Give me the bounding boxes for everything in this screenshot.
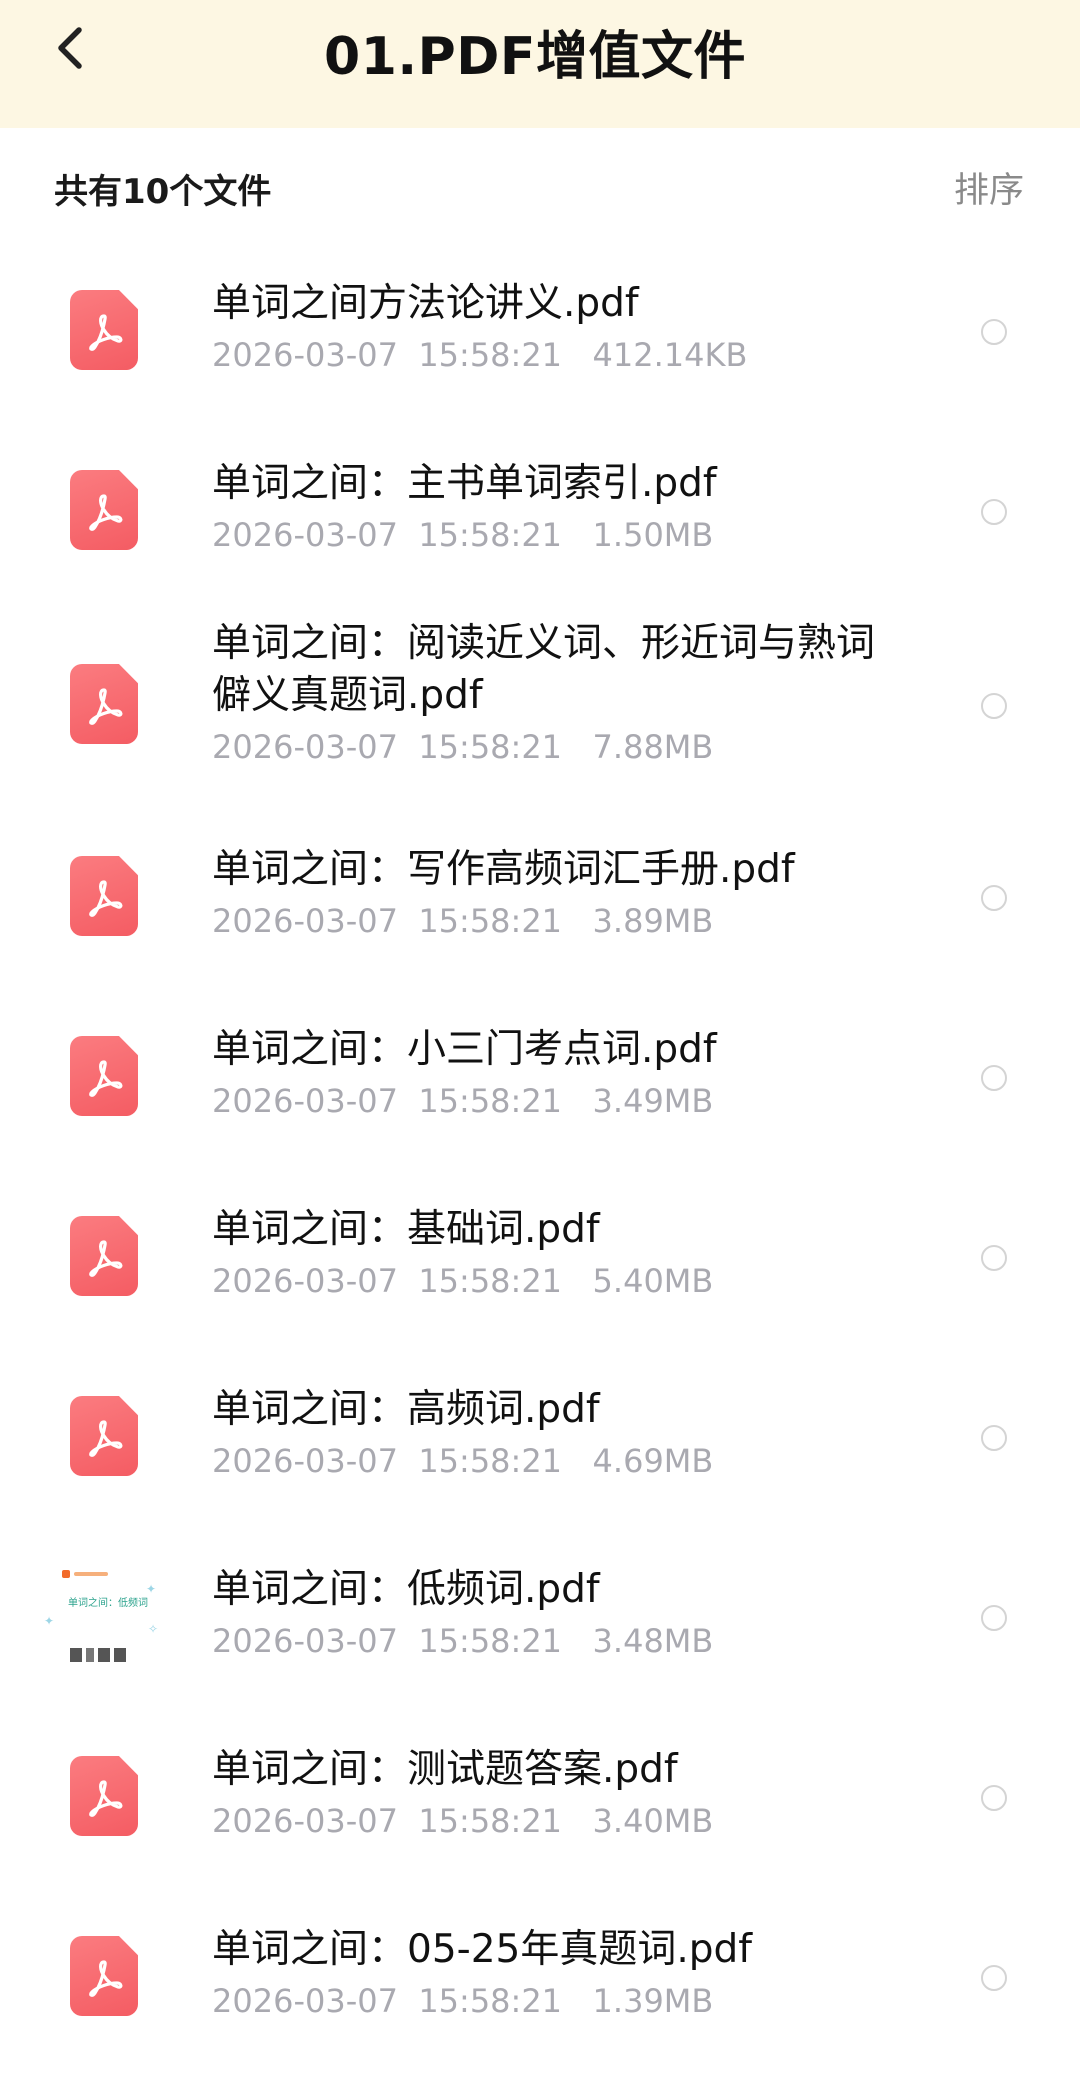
pdf-icon [70,290,138,370]
select-radio[interactable] [981,693,1007,719]
file-time: 15:58:21 [418,516,563,554]
file-row[interactable]: 单词之间：05-25年真题词.pdf 2026-03-07 15:58:21 1.… [0,1892,1080,2072]
file-row[interactable]: 单词之间：主书单词索引.pdf 2026-03-07 15:58:21 1.50M… [0,426,1080,606]
file-date: 2026-03-07 [212,1622,398,1660]
file-size: 3.48MB [592,1622,714,1660]
top-bar: 01.PDF增值文件 [0,0,1080,128]
file-row[interactable]: 单词之间：高频词.pdf 2026-03-07 15:58:21 4.69MB [0,1352,1080,1532]
file-date: 2026-03-07 [212,1082,398,1120]
select-radio[interactable] [981,1245,1007,1271]
file-time: 15:58:21 [418,902,563,940]
thumbnail-qr-codes [70,1648,134,1662]
file-meta: 2026-03-07 15:58:21 3.48MB [212,1622,713,1660]
file-meta: 2026-03-07 15:58:21 3.40MB [212,1802,713,1840]
file-size: 1.50MB [592,516,714,554]
select-radio[interactable] [981,1605,1007,1631]
file-meta: 2026-03-07 15:58:21 1.50MB [212,516,713,554]
file-date: 2026-03-07 [212,516,398,554]
file-size: 1.39MB [592,1982,714,2020]
file-name: 单词之间：低频词.pdf [212,1567,600,1612]
file-date: 2026-03-07 [212,902,398,940]
document-thumbnail: 单词之间：低频词 ✦ ✦ ✧ [42,1556,162,1676]
pdf-icon [70,1756,138,1836]
file-meta: 2026-03-07 15:58:21 5.40MB [212,1262,713,1300]
file-name: 单词之间：写作高频词汇手册.pdf [212,847,795,892]
file-row[interactable]: 单词之间：阅读近义词、形近词与熟词僻义真题词.pdf 2026-03-07 15:… [0,608,1080,812]
pdf-icon [70,856,138,936]
pdf-icon [70,470,138,550]
file-date: 2026-03-07 [212,1262,398,1300]
select-radio[interactable] [981,319,1007,345]
file-size: 412.14KB [592,336,748,374]
file-size: 7.88MB [592,728,714,766]
file-time: 15:58:21 [418,1262,563,1300]
file-name: 单词之间：阅读近义词、形近词与熟词僻义真题词.pdf [212,621,876,718]
file-size: 3.89MB [592,902,714,940]
file-time: 15:58:21 [418,1622,563,1660]
select-radio[interactable] [981,499,1007,525]
file-row[interactable]: 单词之间方法论讲义.pdf 2026-03-07 15:58:21 412.14K… [0,246,1080,426]
file-size: 4.69MB [592,1442,714,1480]
file-row[interactable]: 单词之间：小三门考点词.pdf 2026-03-07 15:58:21 3.49M… [0,992,1080,1172]
file-time: 15:58:21 [418,1442,563,1480]
file-time: 15:58:21 [418,728,563,766]
page-title: 01.PDF增值文件 [324,27,746,87]
file-meta: 2026-03-07 15:58:21 4.69MB [212,1442,713,1480]
file-date: 2026-03-07 [212,1442,398,1480]
file-name: 单词之间：05-25年真题词.pdf [212,1927,752,1972]
file-meta: 2026-03-07 15:58:21 7.88MB [212,728,713,766]
file-size: 3.40MB [592,1802,714,1840]
file-row[interactable]: 单词之间：测试题答案.pdf 2026-03-07 15:58:21 3.40MB [0,1712,1080,1892]
file-date: 2026-03-07 [212,336,398,374]
pdf-icon [70,1216,138,1296]
select-radio[interactable] [981,1425,1007,1451]
file-meta: 2026-03-07 15:58:21 1.39MB [212,1982,713,2020]
thumbnail-logo [62,1570,112,1578]
file-time: 15:58:21 [418,1802,563,1840]
pdf-icon [70,1036,138,1116]
file-count-label: 共有10个文件 [54,172,272,212]
file-meta: 2026-03-07 15:58:21 412.14KB [212,336,747,374]
select-radio[interactable] [981,1065,1007,1091]
sort-button[interactable]: 排序 [954,162,1024,213]
file-name: 单词之间：主书单词索引.pdf [212,461,717,506]
file-name: 单词之间：基础词.pdf [212,1207,600,1252]
thumbnail-title: 单词之间：低频词 [68,1598,148,1609]
file-name: 单词之间：测试题答案.pdf [212,1747,678,1792]
select-radio[interactable] [981,1785,1007,1811]
file-name: 单词之间：高频词.pdf [212,1387,600,1432]
file-meta: 2026-03-07 15:58:21 3.49MB [212,1082,713,1120]
list-toolbar: 共有10个文件 排序 [0,128,1080,246]
file-size: 3.49MB [592,1082,714,1120]
file-date: 2026-03-07 [212,1982,398,2020]
file-row[interactable]: 单词之间：基础词.pdf 2026-03-07 15:58:21 5.40MB [0,1172,1080,1352]
file-time: 15:58:21 [418,1082,563,1120]
file-meta: 2026-03-07 15:58:21 3.89MB [212,902,713,940]
file-name: 单词之间：小三门考点词.pdf [212,1027,717,1072]
file-name: 单词之间方法论讲义.pdf [212,281,639,326]
pdf-icon [70,1936,138,2016]
select-radio[interactable] [981,885,1007,911]
file-row[interactable]: 单词之间：写作高频词汇手册.pdf 2026-03-07 15:58:21 3.8… [0,812,1080,992]
pdf-icon [70,1396,138,1476]
file-time: 15:58:21 [418,336,563,374]
select-radio[interactable] [981,1965,1007,1991]
file-row[interactable]: 单词之间：低频词 ✦ ✦ ✧ 单词之间：低频词.pdf 2026-03-07 15:58:… [0,1532,1080,1712]
pdf-icon [70,664,138,744]
file-date: 2026-03-07 [212,1802,398,1840]
file-time: 15:58:21 [418,1982,563,2020]
file-size: 5.40MB [592,1262,714,1300]
file-date: 2026-03-07 [212,728,398,766]
